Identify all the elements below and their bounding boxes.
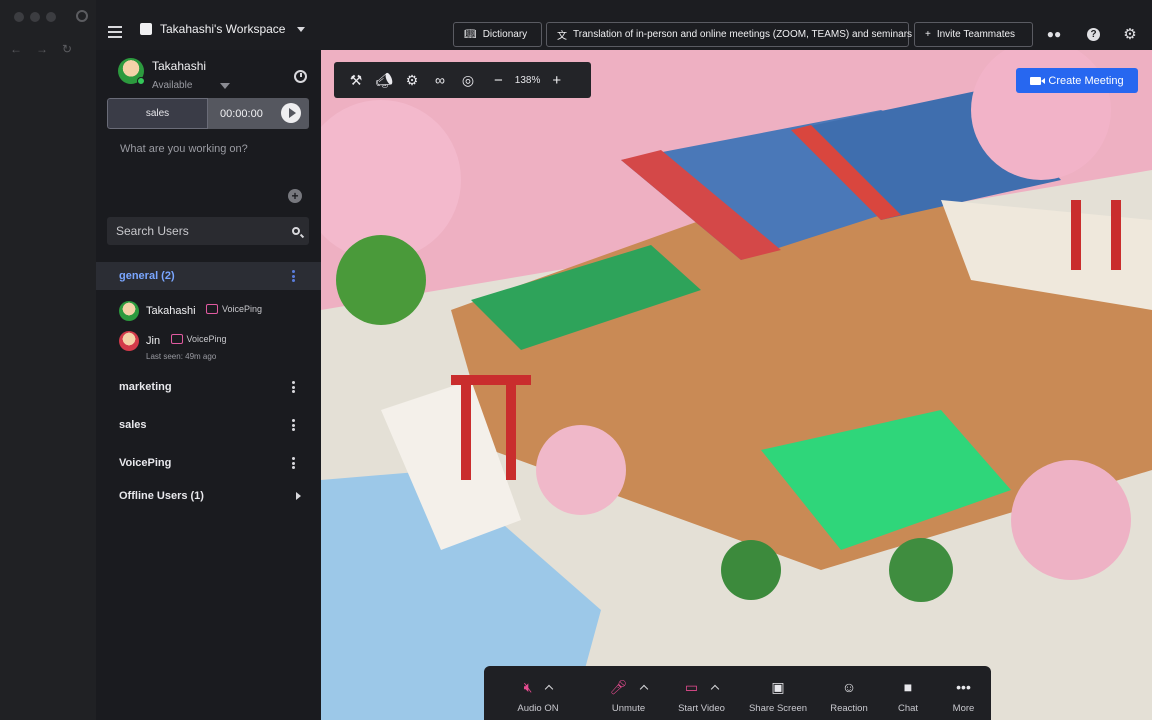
- more-icon: •••: [956, 679, 971, 695]
- translation-button[interactable]: 文 Translation of in-person and online me…: [546, 22, 912, 47]
- browser-chrome: ← → ↻: [0, 0, 96, 720]
- voiceping-tag: VoicePing: [206, 304, 262, 314]
- project-select[interactable]: sales: [107, 98, 208, 129]
- search-users-input[interactable]: Search Users: [107, 217, 309, 245]
- help-icon[interactable]: ?: [1087, 28, 1100, 41]
- device-icon: [206, 304, 218, 314]
- play-button[interactable]: [281, 103, 301, 123]
- group-marketing[interactable]: marketing: [96, 373, 321, 401]
- book-icon: 📖︎: [464, 29, 477, 40]
- share-screen-button[interactable]: ▣ Share Screen: [738, 666, 818, 720]
- map-illustration: [321, 50, 1152, 720]
- last-seen: Last seen: 49m ago: [146, 352, 217, 361]
- zoom-in-button[interactable]: +: [552, 72, 561, 89]
- time-tracker: sales 00:00:00: [107, 98, 309, 129]
- megaphone-icon[interactable]: 📣︎: [374, 70, 394, 90]
- chevron-up-icon[interactable]: [710, 684, 720, 693]
- mic-muted-icon[interactable]: 🎤︎: [610, 679, 628, 696]
- search-icon: [292, 227, 300, 235]
- add-group-icon[interactable]: +: [288, 189, 302, 203]
- invite-teammates-button[interactable]: + Invite Teammates: [914, 22, 1033, 47]
- sidebar: Takahashi Available sales 00:00:00 What …: [96, 50, 321, 720]
- create-meeting-button[interactable]: Create Meeting: [1016, 68, 1138, 93]
- reaction-button[interactable]: ☺ Reaction: [818, 666, 880, 720]
- browser-home-icon[interactable]: [76, 10, 88, 22]
- more-options-icon[interactable]: [292, 270, 295, 282]
- dictionary-button[interactable]: 📖︎ Dictionary: [453, 22, 542, 47]
- locate-icon[interactable]: ◎: [458, 70, 478, 90]
- reload-icon[interactable]: ↻: [62, 42, 72, 56]
- chevron-down-icon: [297, 26, 306, 32]
- stopwatch-icon[interactable]: [294, 70, 307, 83]
- share-screen-icon: ▣: [771, 678, 785, 695]
- avatar: [118, 58, 145, 85]
- voiceping-tag: VoicePing: [170, 334, 227, 344]
- chat-icon: ■: [903, 679, 913, 695]
- gear-icon[interactable]: ⚙: [1122, 26, 1138, 43]
- media-controls-bar: 🔇︎ Audio ON 🎤︎ Unmute ▭ Start Video ▣ Sh…: [484, 666, 991, 720]
- current-user[interactable]: Takahashi Available: [118, 58, 231, 91]
- hammer-icon[interactable]: ⚒: [346, 70, 366, 90]
- avatar: [119, 301, 139, 321]
- chevron-down-icon: [220, 82, 231, 89]
- browser-nav: ← → ↻: [10, 42, 72, 56]
- forward-arrow-icon[interactable]: →: [36, 42, 48, 56]
- offline-users-toggle[interactable]: Offline Users (1): [96, 486, 321, 506]
- video-off-icon[interactable]: ▭: [685, 679, 698, 696]
- more-options-icon[interactable]: [292, 457, 295, 469]
- group-voiceping[interactable]: VoicePing: [96, 449, 321, 477]
- chevron-up-icon[interactable]: [640, 684, 649, 693]
- back-arrow-icon[interactable]: ←: [10, 42, 22, 56]
- more-button[interactable]: ••• More: [936, 666, 991, 720]
- chat-button[interactable]: ■ Chat: [880, 666, 936, 720]
- app-window: ← → ↻ Takahashi's Workspace 📖︎ Dictionar…: [0, 0, 1152, 720]
- zoom-level: 138%: [514, 74, 541, 86]
- status-selector[interactable]: Available: [152, 80, 231, 91]
- avatar: [119, 331, 139, 351]
- list-item[interactable]: Takahashi VoicePing: [119, 301, 262, 321]
- workspace-name: Takahashi's Workspace: [160, 22, 286, 36]
- group-general[interactable]: general (2): [96, 262, 321, 290]
- speaker-muted-icon[interactable]: 🔇︎: [524, 679, 533, 696]
- hamburger-menu-icon[interactable]: [108, 26, 122, 38]
- emoji-icon: ☺: [841, 679, 857, 695]
- group-sales[interactable]: sales: [96, 411, 321, 439]
- zoom-out-button[interactable]: −: [494, 72, 503, 89]
- translate-icon: 文: [557, 31, 567, 42]
- device-icon: [170, 334, 183, 344]
- map-toolbar: ⚒ 📣︎ ⚙ ∞ ◎ − 138% +: [334, 62, 591, 98]
- link-icon[interactable]: ∞: [430, 70, 450, 90]
- workspace-switcher[interactable]: Takahashi's Workspace: [140, 22, 306, 36]
- chevron-right-icon: [296, 492, 301, 500]
- zoom-control: − 138% +: [494, 72, 561, 89]
- timer-display: 00:00:00: [208, 98, 309, 129]
- working-on-input[interactable]: What are you working on?: [120, 143, 248, 155]
- gear-icon[interactable]: ⚙: [402, 70, 422, 90]
- audio-control[interactable]: 🔇︎ Audio ON: [484, 666, 592, 720]
- user-name: Takahashi: [152, 59, 207, 73]
- add-user-icon: +: [925, 29, 931, 40]
- unmute-control[interactable]: 🎤︎ Unmute: [592, 666, 665, 720]
- video-camera-icon: [1030, 76, 1046, 85]
- users-icon[interactable]: ●●: [1046, 26, 1062, 42]
- window-controls[interactable]: [14, 12, 56, 22]
- online-status-dot: [137, 77, 145, 85]
- chevron-up-icon[interactable]: [545, 684, 554, 693]
- workspace-logo-icon: [140, 23, 152, 35]
- video-control[interactable]: ▭ Start Video: [665, 666, 738, 720]
- list-item[interactable]: Jin VoicePing Last seen: 49m ago: [119, 331, 227, 361]
- office-map[interactable]: [321, 50, 1152, 720]
- more-options-icon[interactable]: [292, 381, 295, 393]
- more-options-icon[interactable]: [292, 419, 295, 431]
